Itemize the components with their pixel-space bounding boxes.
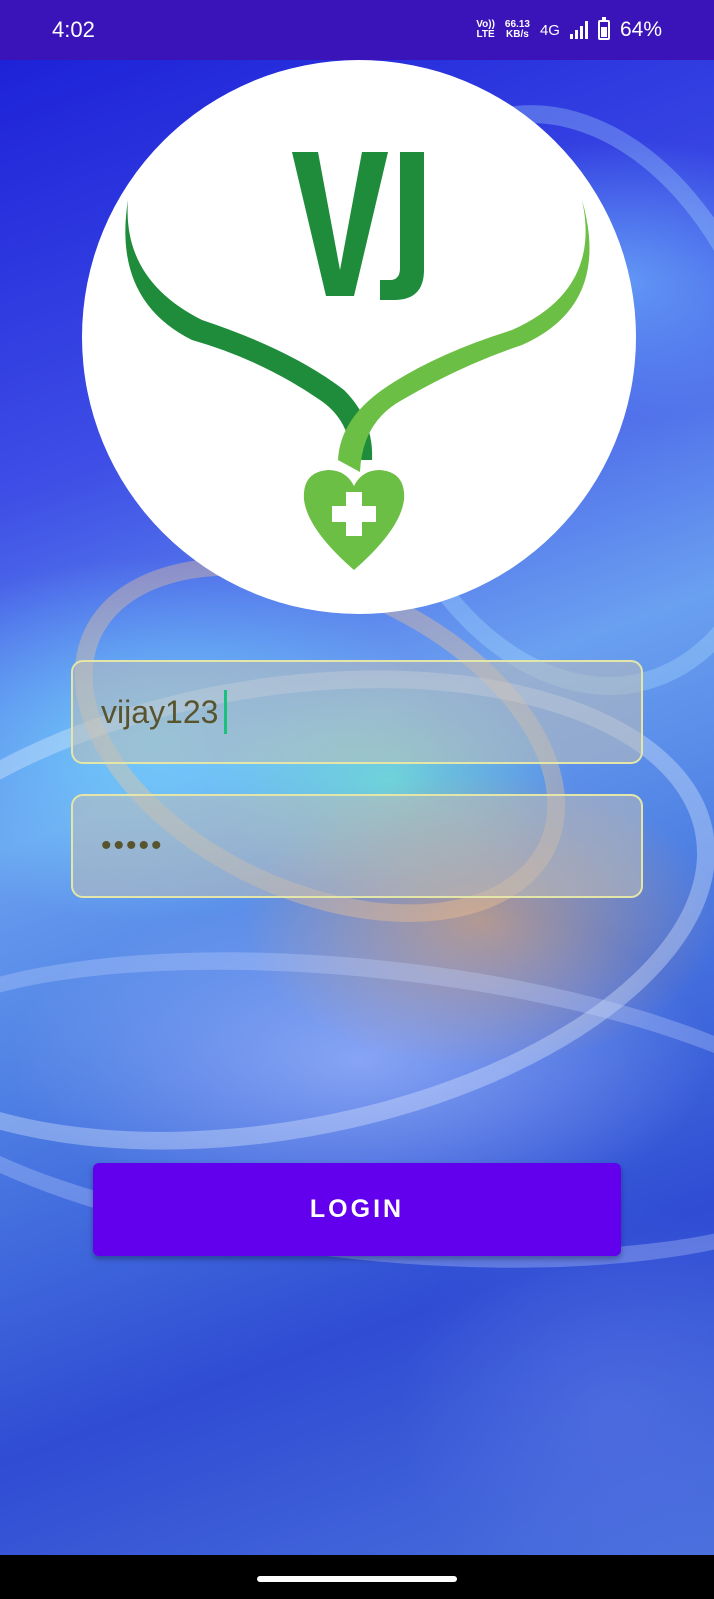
- status-icons: Vo)) LTE 66.13 KB/s 4G 64%: [476, 17, 662, 42]
- speed-unit: KB/s: [506, 29, 529, 40]
- status-time: 4:02: [52, 17, 95, 42]
- network-speed: 66.13 KB/s: [505, 20, 530, 40]
- signal-icon: [569, 21, 588, 39]
- battery-icon: [597, 17, 610, 40]
- login-button[interactable]: LOGIN: [93, 1163, 621, 1256]
- username-input[interactable]: vijay123: [71, 660, 643, 764]
- network-type: 4G: [539, 21, 560, 39]
- home-gesture-handle[interactable]: [257, 1576, 457, 1582]
- navigation-bar: [0, 1555, 714, 1599]
- status-bar: 4:02 Vo)) LTE 66.13 KB/s 4G 64%: [0, 0, 714, 60]
- vj-heart-logo-icon: [125, 152, 590, 570]
- battery-percent: 64%: [619, 18, 662, 41]
- password-input[interactable]: •••••: [71, 794, 643, 898]
- volte-indicator: Vo)) LTE: [476, 20, 495, 40]
- username-value: vijay123: [101, 693, 219, 730]
- password-value: •••••: [101, 829, 164, 862]
- text-caret: [224, 690, 228, 734]
- app-logo: [82, 60, 636, 614]
- volte-bottom: LTE: [476, 29, 495, 40]
